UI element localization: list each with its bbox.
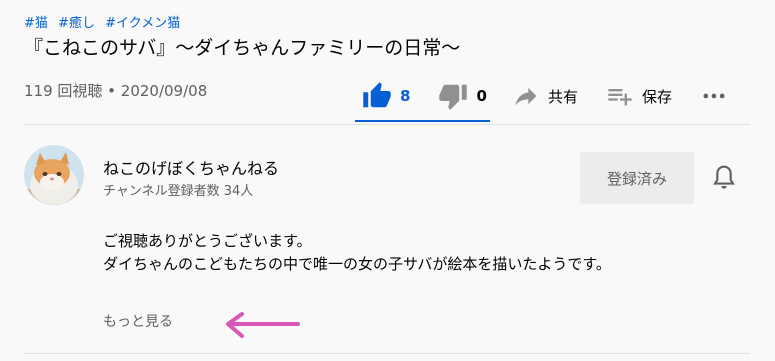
divider-top [24,124,750,125]
more-actions-button[interactable] [700,76,728,116]
thumbs-down-icon [439,84,468,110]
subscriber-count: チャンネル登録者数 34人 [103,184,254,199]
video-title: 『こねこのサバ』〜ダイちゃんファミリーの日常〜 [24,37,461,59]
show-more-link[interactable]: もっと見る [103,311,173,331]
hashtag-cat[interactable]: #猫 [24,16,48,31]
channel-name[interactable]: ねこのげぼくちゃんねる [103,155,279,179]
dislike-count: 0 [476,87,487,105]
description-line: ご視聴ありがとうございます。 [103,232,312,250]
sentiment-bar [355,120,490,122]
subscribed-button[interactable]: 登録済み [580,152,694,204]
like-dislike-group: 8 0 [355,70,490,122]
more-horiz-icon [703,93,725,99]
share-label: 共有 [548,87,579,106]
hashtag-healing[interactable]: #癒し [58,16,95,31]
like-button[interactable]: 8 [362,76,410,116]
channel-avatar[interactable] [24,145,84,205]
video-actions: 8 0 共有 保存 [355,70,728,122]
annotation-arrow [226,312,300,338]
playlist-add-icon [608,89,632,106]
subscribed-label: 登録済み [606,169,667,188]
dislike-button[interactable]: 0 [438,76,487,116]
hashtag-ikumen-cat[interactable]: #イクメン猫 [105,16,180,31]
notification-bell-button[interactable] [708,162,740,194]
video-description: ご視聴ありがとうございます。 ダイちゃんのこどもたちの中で唯一の女の子サバが絵本… [103,230,611,276]
bell-icon [713,165,735,189]
share-arrow-icon [515,87,537,106]
save-label: 保存 [642,87,673,106]
share-button[interactable]: 共有 [512,76,578,116]
thumbs-up-icon [363,82,391,108]
description-line: ダイちゃんのこどもたちの中で唯一の女の子サバが絵本を描いたようです。 [103,255,611,273]
like-count: 8 [400,87,411,105]
cat-avatar-image [24,145,84,205]
hashtag-list: #猫 #癒し #イクメン猫 [24,12,186,31]
save-button[interactable]: 保存 [606,76,672,116]
divider-bottom [24,353,750,354]
view-count-date: 119 回視聴 • 2020/09/08 [24,82,208,100]
